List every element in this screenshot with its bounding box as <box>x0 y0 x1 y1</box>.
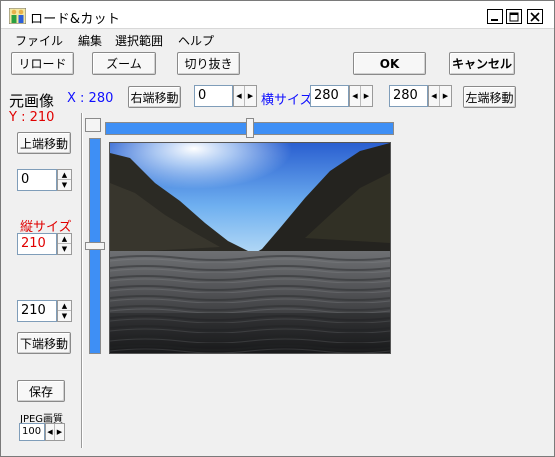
jpeg-quality-spinner[interactable]: ◀ ▶ <box>45 423 65 441</box>
width-input[interactable]: 280 <box>310 85 349 107</box>
right-edge-input[interactable]: 0 <box>194 85 233 107</box>
spin-right-icon[interactable]: ▶ <box>55 424 64 440</box>
menu-selection[interactable]: 選択範囲 <box>115 32 163 49</box>
bottom-edge-spinner[interactable]: ▲ ▼ <box>57 300 72 322</box>
spin-left-icon[interactable]: ◀ <box>46 424 55 440</box>
cancel-button[interactable]: キャンセル <box>449 52 515 75</box>
right-edge-move-button[interactable]: 右端移動 <box>128 86 181 108</box>
save-button[interactable]: 保存 <box>17 380 65 402</box>
height-spinner[interactable]: ▲ ▼ <box>57 233 72 255</box>
ok-button[interactable]: OK <box>353 52 426 75</box>
title-bar[interactable]: ロード&カット <box>1 1 554 29</box>
maximize-icon[interactable] <box>506 9 522 24</box>
spin-right-icon[interactable]: ▶ <box>440 86 451 106</box>
vertical-slider-thumb[interactable] <box>85 242 105 250</box>
left-edge-move-button[interactable]: 左端移動 <box>463 86 516 108</box>
spin-left-icon[interactable]: ◀ <box>429 86 440 106</box>
landscape-photo <box>110 143 390 353</box>
menu-edit[interactable]: 編集 <box>78 32 102 49</box>
x-coordinate-readout: X : 280 <box>67 91 114 106</box>
height-input[interactable]: 210 <box>17 233 57 255</box>
people-icon <box>8 7 27 25</box>
spin-up-icon[interactable]: ▲ <box>58 234 71 244</box>
app-window: ロード&カット ファイル 編集 選択範囲 ヘルプ リロード ズーム 切り抜き O… <box>0 0 555 457</box>
right-edge-spinner[interactable]: ◀ ▶ <box>233 85 257 107</box>
spin-down-icon[interactable]: ▼ <box>58 244 71 254</box>
menu-bar: ファイル 編集 選択範囲 ヘルプ <box>1 30 554 48</box>
spin-left-icon[interactable]: ◀ <box>350 86 361 106</box>
width-spinner[interactable]: ◀ ▶ <box>349 85 373 107</box>
zoom-button[interactable]: ズーム <box>92 52 156 75</box>
horizontal-slider-thumb[interactable] <box>246 118 254 138</box>
width-label: 横サイズ <box>261 93 313 108</box>
reload-button[interactable]: リロード <box>11 52 74 75</box>
panel-divider <box>81 113 83 448</box>
spin-right-icon[interactable]: ▶ <box>361 86 372 106</box>
original-image-label: 元画像 <box>9 92 55 110</box>
menu-file[interactable]: ファイル <box>15 32 63 49</box>
spin-right-icon[interactable]: ▶ <box>245 86 256 106</box>
window-title: ロード&カット <box>30 12 121 27</box>
top-edge-move-button[interactable]: 上端移動 <box>17 132 71 154</box>
top-edge-input[interactable]: 0 <box>17 169 57 191</box>
top-edge-spinner[interactable]: ▲ ▼ <box>57 169 72 191</box>
scroll-corner <box>85 118 101 132</box>
close-icon[interactable] <box>527 9 543 24</box>
left-edge-input[interactable]: 280 <box>389 85 428 107</box>
jpeg-quality-input[interactable]: 100 <box>19 423 45 441</box>
bottom-edge-move-button[interactable]: 下端移動 <box>17 332 71 354</box>
crop-button[interactable]: 切り抜き <box>177 52 240 75</box>
minimize-icon[interactable] <box>487 9 503 24</box>
menu-help[interactable]: ヘルプ <box>178 32 214 49</box>
left-edge-spinner[interactable]: ◀ ▶ <box>428 85 452 107</box>
spin-down-icon[interactable]: ▼ <box>58 311 71 321</box>
spin-down-icon[interactable]: ▼ <box>58 180 71 190</box>
image-preview[interactable] <box>109 142 391 354</box>
bottom-edge-input[interactable]: 210 <box>17 300 57 322</box>
spin-left-icon[interactable]: ◀ <box>234 86 245 106</box>
spin-up-icon[interactable]: ▲ <box>58 301 71 311</box>
y-coordinate-readout: Y : 210 <box>9 110 55 125</box>
spin-up-icon[interactable]: ▲ <box>58 170 71 180</box>
